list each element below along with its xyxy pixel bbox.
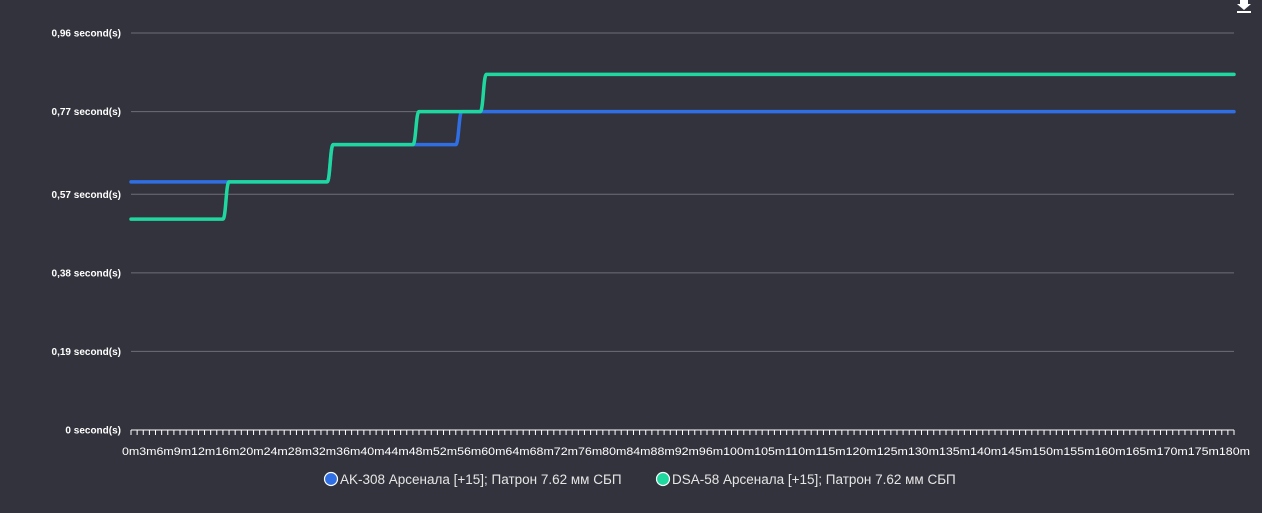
x-tick-label: 72m [554, 446, 578, 458]
x-tick-label: 44m [385, 446, 409, 458]
y-tick-label: 0,96 second(s) [52, 29, 121, 40]
x-tick-labels: 0m 3m 6m 9m 12m 16m 20m 24m 28m 32m 36m 40m 44m 48m 52… [122, 446, 1250, 458]
x-tick-label: 32m [312, 446, 336, 458]
x-tick-label: 150m [1032, 446, 1063, 458]
x-tick-label: 170m [1157, 446, 1188, 458]
legend-item-1[interactable]: DSA-58 Арсенала [+15]; Патрон 7.62 мм СБ… [655, 471, 956, 487]
legend[interactable]: AK-308 Арсенала [+15]; Патрон 7.62 мм СБ… [323, 471, 956, 487]
x-tick-label: 6m [157, 446, 174, 458]
y-axis: 0 second(s) 0,19 second(s) 0,38 second(s) 0… [52, 29, 121, 437]
x-tick-label: 110m [785, 446, 815, 458]
x-tick-label: 145m [1001, 446, 1032, 458]
x-tick-label: 115m [815, 446, 845, 458]
x-tick-label: 105m [754, 446, 785, 458]
legend-item-0[interactable]: AK-308 Арсенала [+15]; Патрон 7.62 мм СБ… [323, 471, 622, 487]
x-tick-label: 88m [651, 446, 675, 458]
chart: 0 second(s) 0,19 second(s) 0,38 second(s) 0… [0, 0, 1262, 513]
x-tick-label: 36m [336, 446, 360, 458]
series-line-0 [129, 109, 1236, 184]
x-tick-label: 0m [122, 446, 139, 458]
y-tick-label: 0,77 second(s) [52, 107, 121, 118]
y-tick-label: 0,57 second(s) [52, 190, 121, 201]
x-tick-label: 180m [1219, 446, 1250, 458]
x-tick-label: 9m [174, 446, 191, 458]
x-axis: 0m 3m 6m 9m 12m 16m 20m 24m 28m 32m 36m 40m 44m 48m 52… [122, 429, 1250, 458]
x-tick-label: 68m [530, 446, 554, 458]
x-tick-label: 16m [215, 446, 239, 458]
x-tick-label: 3m [139, 446, 156, 458]
y-tick-label: 0 second(s) [65, 426, 121, 437]
legend-marker [323, 471, 339, 487]
legend-label: AK-308 Арсенала [+15]; Патрон 7.62 мм СБ… [340, 472, 622, 487]
y-tick-label: 0,38 second(s) [52, 268, 121, 279]
x-tick-label: 12m [191, 446, 215, 458]
x-tick-label: 125m [877, 446, 908, 458]
x-tick-label: 28m [288, 446, 312, 458]
legend-label: DSA-58 Арсенала [+15]; Патрон 7.62 мм СБ… [672, 472, 956, 487]
legend-marker [655, 471, 671, 487]
x-tick-label: 135m [939, 446, 970, 458]
x-tick-label: 84m [626, 446, 650, 458]
x-tick-label: 56m [457, 446, 481, 458]
x-tick-label: 76m [578, 446, 602, 458]
series-lines [129, 72, 1236, 221]
grid [131, 32, 1234, 352]
x-tick-label: 24m [264, 446, 288, 458]
x-tick-label: 130m [908, 446, 939, 458]
x-tick-label: 175m [1188, 446, 1219, 458]
series-line-1 [129, 72, 1236, 221]
x-tick-label: 96m [699, 446, 723, 458]
x-tick-label: 155m [1063, 446, 1094, 458]
x-tick-label: 40m [360, 446, 384, 458]
x-tick-label: 52m [433, 446, 457, 458]
chart-svg: 0 second(s) 0,19 second(s) 0,38 second(s) 0… [52, 0, 1251, 487]
x-tick-label: 120m [846, 446, 877, 458]
x-tick-label: 100m [723, 446, 754, 458]
y-tick-label: 0,19 second(s) [52, 347, 121, 358]
x-tick-label: 160m [1094, 446, 1125, 458]
x-tick-label: 48m [409, 446, 433, 458]
x-tick-label: 64m [505, 446, 529, 458]
x-tick-label: 140m [970, 446, 1001, 458]
download-icon[interactable] [1237, 0, 1251, 13]
x-tick-label: 165m [1126, 446, 1157, 458]
x-tick-label: 92m [675, 446, 699, 458]
x-tick-label: 20m [239, 446, 263, 458]
x-tick-label: 80m [602, 446, 626, 458]
x-tick-label: 60m [481, 446, 505, 458]
